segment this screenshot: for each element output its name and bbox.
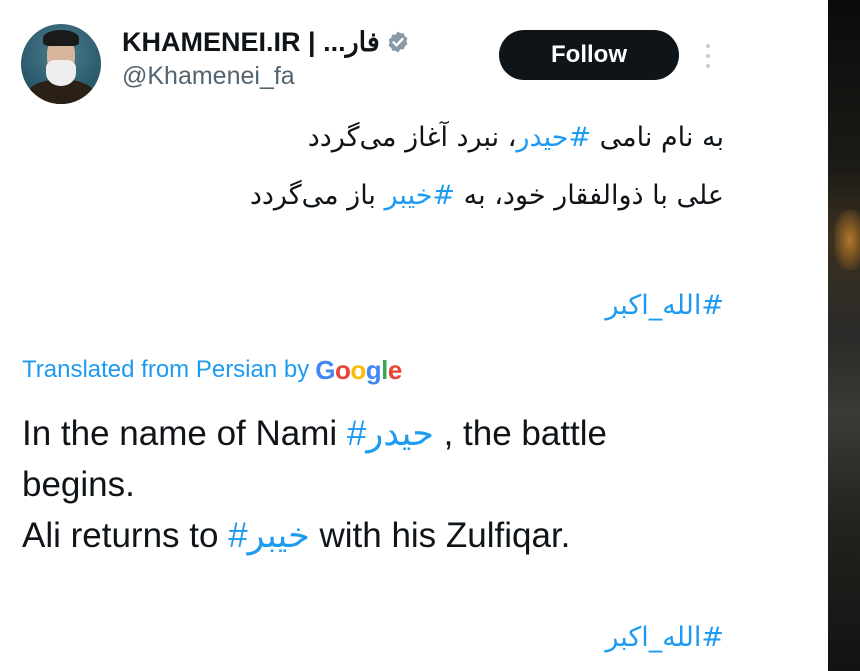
display-name[interactable]: KHAMENEI.IR | ...فار: [122, 27, 380, 58]
follow-button[interactable]: Follow: [499, 30, 679, 80]
translated-text-span: In the name of Nami: [22, 414, 347, 453]
verified-badge-icon: [388, 31, 408, 53]
translated-text-span: with his Zulfiqar.: [309, 516, 571, 555]
translated-text-span: Ali returns to: [22, 516, 229, 555]
hashtag-link[interactable]: #خیبر: [228, 516, 310, 555]
background-glow: [834, 210, 860, 270]
translated-text-span: , the battle: [433, 414, 608, 453]
persian-line-2: علی با ذوالفقار خود، به #خیبر باز می‌گرد…: [250, 180, 724, 211]
persian-text: باز می‌گردد: [249, 180, 385, 211]
hashtag-link[interactable]: #الله_اکبر: [605, 290, 724, 321]
persian-text: ، نبرد آغاز می‌گردد: [307, 122, 517, 153]
avatar-turban: [43, 30, 79, 46]
translated-line-3: Ali returns to #خیبر with his Zulfiqar.: [22, 510, 782, 561]
author-handle[interactable]: @Khamenei_fa: [122, 62, 295, 91]
google-logo: Google: [315, 354, 402, 385]
hashtag-link[interactable]: #الله_اکبر: [605, 622, 724, 653]
translated-line-1: In the name of Nami #حیدر , the battle: [22, 408, 782, 459]
background-photo-strip: [828, 0, 860, 671]
translated-text: In the name of Nami #حیدر , the battle b…: [22, 408, 782, 561]
more-vertical-icon[interactable]: [698, 38, 718, 74]
translation-attribution[interactable]: Translated from Persian by Google: [22, 352, 402, 388]
translated-label: Translated from Persian by: [22, 356, 310, 383]
hashtag-link[interactable]: #حیدر: [516, 122, 591, 153]
tweet-card: KHAMENEI.IR | ...فار @Khamenei_fa Follow…: [0, 0, 828, 671]
avatar-beard: [46, 60, 76, 86]
persian-line-1: به نام نامی #حیدر، نبرد آغاز می‌گردد: [308, 122, 724, 153]
persian-text: به نام نامی: [591, 122, 724, 153]
hashtag-link[interactable]: #حیدر: [347, 414, 434, 453]
hashtag-link[interactable]: #خیبر: [385, 180, 456, 211]
persian-text: علی با ذوالفقار خود، به: [455, 180, 724, 211]
author-name-row[interactable]: KHAMENEI.IR | ...فار: [122, 22, 410, 62]
profile-avatar[interactable]: [21, 24, 101, 104]
translated-line-2: begins.: [22, 465, 135, 504]
